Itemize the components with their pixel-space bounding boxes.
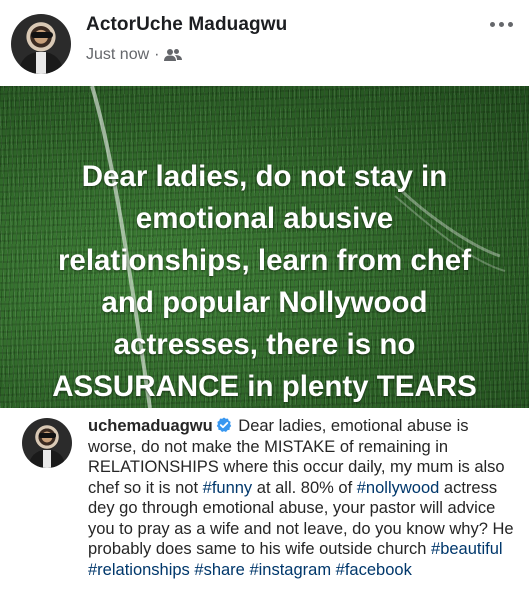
more-dot xyxy=(498,21,504,27)
caption-body: Dear ladies, emotional abuse is worse, d… xyxy=(88,417,514,579)
more-dot xyxy=(489,21,495,27)
banner-line: Dear ladies, do not stay in xyxy=(81,160,448,193)
post-timestamp[interactable]: Just now xyxy=(86,46,149,64)
banner-line: and popular Nollywood xyxy=(101,286,428,319)
hashtag-link[interactable]: #facebook xyxy=(336,561,412,579)
more-dot xyxy=(507,21,513,27)
hashtag-link[interactable]: #instagram xyxy=(249,561,331,579)
avatar-glasses xyxy=(31,32,53,38)
verified-badge-icon xyxy=(216,417,232,433)
avatar-glasses xyxy=(39,433,56,438)
instagram-caption-section: uchemaduagwu Dear ladies, emotional abus… xyxy=(0,408,529,607)
caption-text: at all. 80% of xyxy=(252,478,357,497)
friends-icon[interactable] xyxy=(164,48,183,62)
banner-text: Dear ladies, do not stay in emotional ab… xyxy=(8,156,521,408)
meta-separator: · xyxy=(154,46,160,63)
banner-line: ASSURANCE in plenty TEARS xyxy=(52,370,477,403)
banner-line: relationships, learn from chef xyxy=(57,244,472,277)
banner-line: emotional abusive xyxy=(135,202,394,235)
hashtag-link[interactable]: #share xyxy=(194,561,244,579)
hashtag-link[interactable]: #relationships xyxy=(88,561,190,579)
post-meta: Just now · xyxy=(86,46,183,64)
author-name[interactable]: ActorUche Maduagwu xyxy=(86,14,287,36)
hashtag-link[interactable]: #nollywood xyxy=(357,479,440,497)
post-header: ActorUche Maduagwu Just now · xyxy=(0,0,529,86)
hashtag-link[interactable]: #beautiful xyxy=(431,540,503,558)
avatar-shirt xyxy=(36,52,46,74)
instagram-avatar[interactable] xyxy=(22,418,72,468)
post-image-banner[interactable]: Dear ladies, do not stay in emotional ab… xyxy=(0,86,529,408)
banner-line: actresses, there is no xyxy=(113,328,416,361)
more-options-icon[interactable] xyxy=(484,12,518,36)
instagram-caption: uchemaduagwu Dear ladies, emotional abus… xyxy=(88,416,520,580)
instagram-username[interactable]: uchemaduagwu xyxy=(88,417,213,435)
author-avatar[interactable] xyxy=(11,14,71,74)
hashtag-link[interactable]: #funny xyxy=(203,479,253,497)
avatar-shirt xyxy=(43,450,51,468)
